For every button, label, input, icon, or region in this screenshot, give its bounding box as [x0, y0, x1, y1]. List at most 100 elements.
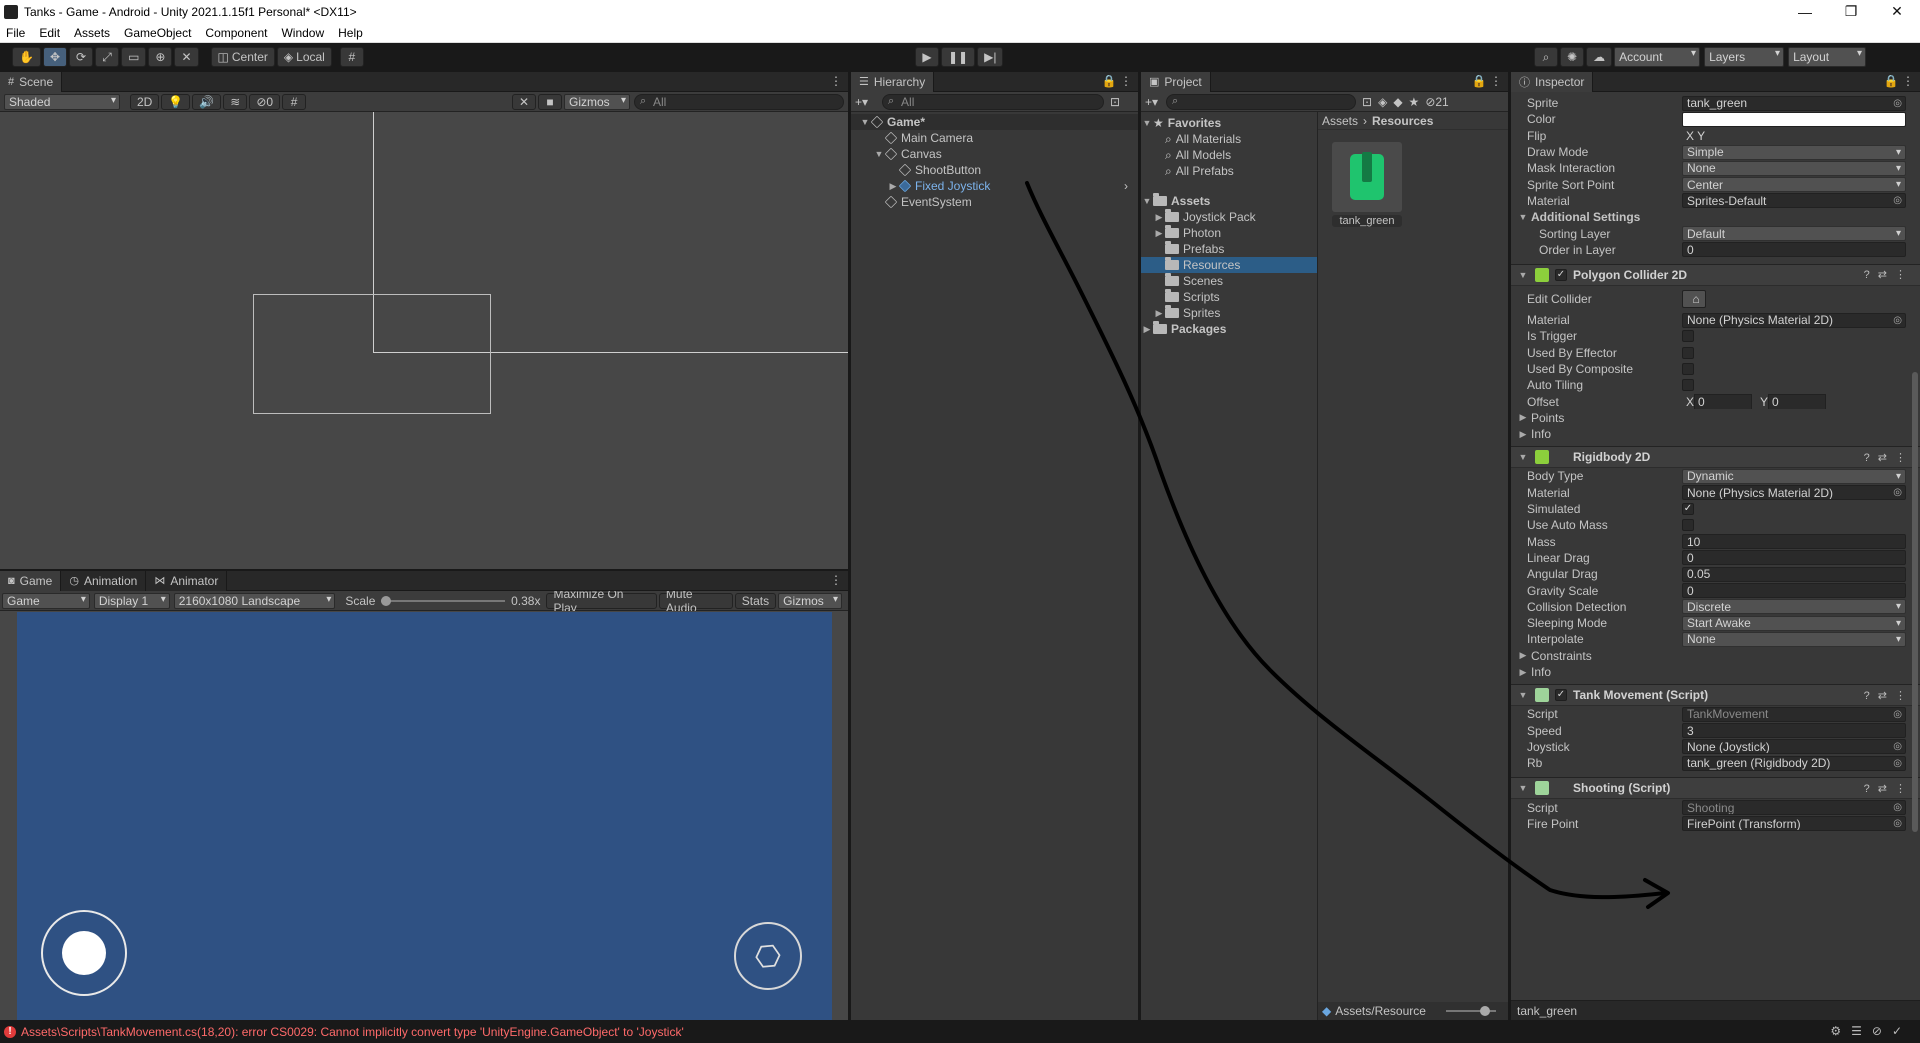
folder-sprites[interactable]: ▶ Sprites: [1141, 305, 1317, 321]
pivot-center-button[interactable]: ◫ Center: [210, 47, 275, 67]
close-icon[interactable]: ✕: [1874, 3, 1920, 20]
mass-input[interactable]: 10: [1682, 534, 1906, 550]
hand-tool-icon[interactable]: ✋: [12, 47, 41, 67]
component-menu-icons[interactable]: ?⇄⋮: [1864, 689, 1914, 702]
folder-resources[interactable]: Resources: [1141, 257, 1317, 273]
foldout-arrow-icon[interactable]: ▼: [1517, 783, 1529, 793]
hidden-objects-icon[interactable]: ⊘ 0: [249, 93, 281, 110]
speed-input[interactable]: 3: [1682, 723, 1906, 739]
2d-toggle-button[interactable]: 2D: [130, 93, 160, 110]
resolution-dropdown[interactable]: 2160x1080 Landscape: [173, 592, 336, 609]
material-object-field[interactable]: None (Physics Material 2D): [1682, 485, 1906, 501]
menu-assets[interactable]: Assets: [74, 26, 110, 40]
component-header-shooting-script[interactable]: ▼ Shooting (Script) ?⇄⋮: [1511, 777, 1920, 800]
rb-object-field[interactable]: tank_green (Rigidbody 2D): [1682, 755, 1906, 771]
joystick-object-field[interactable]: None (Joystick): [1682, 739, 1906, 755]
foldout-arrow-icon[interactable]: ▶: [1153, 308, 1165, 319]
grid-icon[interactable]: #: [282, 93, 307, 110]
layers-dropdown[interactable]: Layers: [1704, 47, 1785, 67]
material-object-field[interactable]: Sprites-Default: [1682, 193, 1906, 209]
panel-menu-icon[interactable]: 🔒 ⋮: [1472, 74, 1502, 88]
auto-tiling-checkbox[interactable]: [1682, 379, 1694, 392]
tab-hierarchy[interactable]: ☰ Hierarchy: [851, 72, 935, 92]
favorite-all-prefabs[interactable]: ⌕ All Prefabs: [1141, 163, 1317, 179]
mask-interaction-dropdown[interactable]: None: [1682, 160, 1906, 176]
prefab-open-icon[interactable]: ›: [1124, 179, 1128, 193]
scene-viewport[interactable]: [0, 112, 848, 569]
menu-file[interactable]: File: [6, 26, 25, 40]
offset-y-input[interactable]: 0: [1768, 394, 1827, 410]
gravity-scale-input[interactable]: 0: [1682, 583, 1906, 599]
search-icon[interactable]: ⌕: [1534, 47, 1558, 67]
hierarchy-item-game[interactable]: ▼ Game*: [851, 114, 1138, 130]
tab-project[interactable]: ▣ Project: [1141, 72, 1211, 92]
foldout-points[interactable]: ▶ Points: [1511, 410, 1920, 426]
sorting-layer-dropdown[interactable]: Default: [1682, 226, 1906, 242]
shading-dropdown[interactable]: Shaded: [4, 93, 120, 110]
add-icon[interactable]: +▾: [855, 95, 868, 109]
linear-drag-input[interactable]: 0: [1682, 550, 1906, 566]
scale-tool-icon[interactable]: ⤢: [95, 47, 120, 67]
breadcrumb-resources[interactable]: Resources: [1372, 114, 1433, 128]
component-enabled-checkbox[interactable]: ✓: [1555, 689, 1567, 702]
grid-snap-icon[interactable]: #: [339, 47, 364, 67]
panel-menu-icon[interactable]: ⋮: [830, 74, 842, 88]
scale-slider[interactable]: [381, 595, 506, 606]
foldout-arrow-icon[interactable]: ▶: [887, 181, 899, 192]
tab-scene[interactable]: # Scene: [0, 72, 63, 92]
audio-icon[interactable]: 🔊: [192, 93, 222, 110]
hidden-packages-icon[interactable]: ⊘21: [1425, 95, 1448, 109]
display-mode-dropdown[interactable]: Game: [2, 592, 90, 609]
favorite-all-models[interactable]: ⌕ All Models: [1141, 147, 1317, 163]
foldout-additional-settings[interactable]: ▼ Additional Settings: [1511, 209, 1920, 225]
component-menu-icons[interactable]: ?⇄⋮: [1864, 451, 1914, 464]
favorites-item[interactable]: ▼ ★ Favorites: [1141, 115, 1317, 131]
breadcrumb-assets[interactable]: Assets: [1322, 114, 1358, 128]
menu-gameobject[interactable]: GameObject: [124, 26, 191, 40]
stats-button[interactable]: Stats: [734, 592, 777, 609]
menu-help[interactable]: Help: [338, 26, 363, 40]
offset-x-input[interactable]: 0: [1694, 394, 1753, 410]
gizmos-dropdown[interactable]: Gizmos: [564, 93, 630, 110]
mute-audio-button[interactable]: Mute Audio: [658, 587, 733, 615]
tab-game[interactable]: ◙ Game: [0, 571, 62, 591]
flip-toggles[interactable]: X Y: [1682, 128, 1705, 143]
component-menu-icons[interactable]: ?⇄⋮: [1864, 268, 1914, 281]
packages-folder[interactable]: ▶ Packages: [1141, 321, 1317, 337]
joystick-handle[interactable]: [62, 931, 106, 975]
tab-inspector[interactable]: ⓘ Inspector: [1511, 72, 1594, 92]
foldout-arrow-icon[interactable]: ▼: [859, 117, 871, 127]
component-header-polygon-collider-2d[interactable]: ▼ ✓ Polygon Collider 2D ?⇄⋮: [1511, 263, 1920, 286]
effects-icon[interactable]: ≋: [223, 93, 248, 110]
account-dropdown[interactable]: Account: [1614, 47, 1701, 67]
layout-dropdown[interactable]: Layout: [1788, 47, 1867, 67]
component-menu-icons[interactable]: ?⇄⋮: [1864, 782, 1914, 795]
hierarchy-item-canvas[interactable]: ▼ Canvas: [851, 146, 1138, 162]
menu-window[interactable]: Window: [281, 26, 324, 40]
joystick-background[interactable]: [41, 910, 127, 996]
fire-point-object-field[interactable]: FirePoint (Transform): [1682, 816, 1906, 832]
draw-mode-dropdown[interactable]: Simple: [1682, 144, 1906, 160]
move-tool-icon[interactable]: ✥: [42, 47, 68, 67]
foldout-arrow-icon[interactable]: ▶: [1153, 228, 1165, 239]
custom-tool-icon[interactable]: ✕: [174, 47, 199, 67]
pause-icon[interactable]: ❚❚: [941, 47, 976, 67]
console-error-message[interactable]: Assets\Scripts\TankMovement.cs(18,20): e…: [21, 1025, 684, 1039]
inspector-scrollbar[interactable]: [1912, 372, 1918, 832]
panel-menu-icon[interactable]: 🔒 ⋮: [1102, 74, 1132, 88]
color-swatch[interactable]: [1682, 111, 1906, 127]
favorite-all-materials[interactable]: ⌕ All Materials: [1141, 131, 1317, 147]
sprite-object-field[interactable]: tank_green: [1682, 95, 1906, 111]
play-icon[interactable]: ▶: [915, 47, 939, 67]
folder-photon[interactable]: ▶ Photon: [1141, 225, 1317, 241]
collision-detection-dropdown[interactable]: Discrete: [1682, 599, 1906, 615]
transform-tool-icon[interactable]: ⊕: [148, 47, 173, 67]
maximize-on-play-button[interactable]: Maximize On Play: [546, 587, 657, 615]
order-in-layer-input[interactable]: 0: [1682, 242, 1906, 258]
rotate-tool-icon[interactable]: ⟳: [69, 47, 94, 67]
tab-animator[interactable]: ⋈ Animator: [146, 571, 228, 591]
lighting-icon[interactable]: 💡: [161, 93, 191, 110]
hierarchy-item-eventsystem[interactable]: EventSystem: [851, 194, 1138, 210]
foldout-arrow-icon[interactable]: ▼: [1517, 690, 1529, 700]
interpolate-dropdown[interactable]: None: [1682, 631, 1906, 647]
